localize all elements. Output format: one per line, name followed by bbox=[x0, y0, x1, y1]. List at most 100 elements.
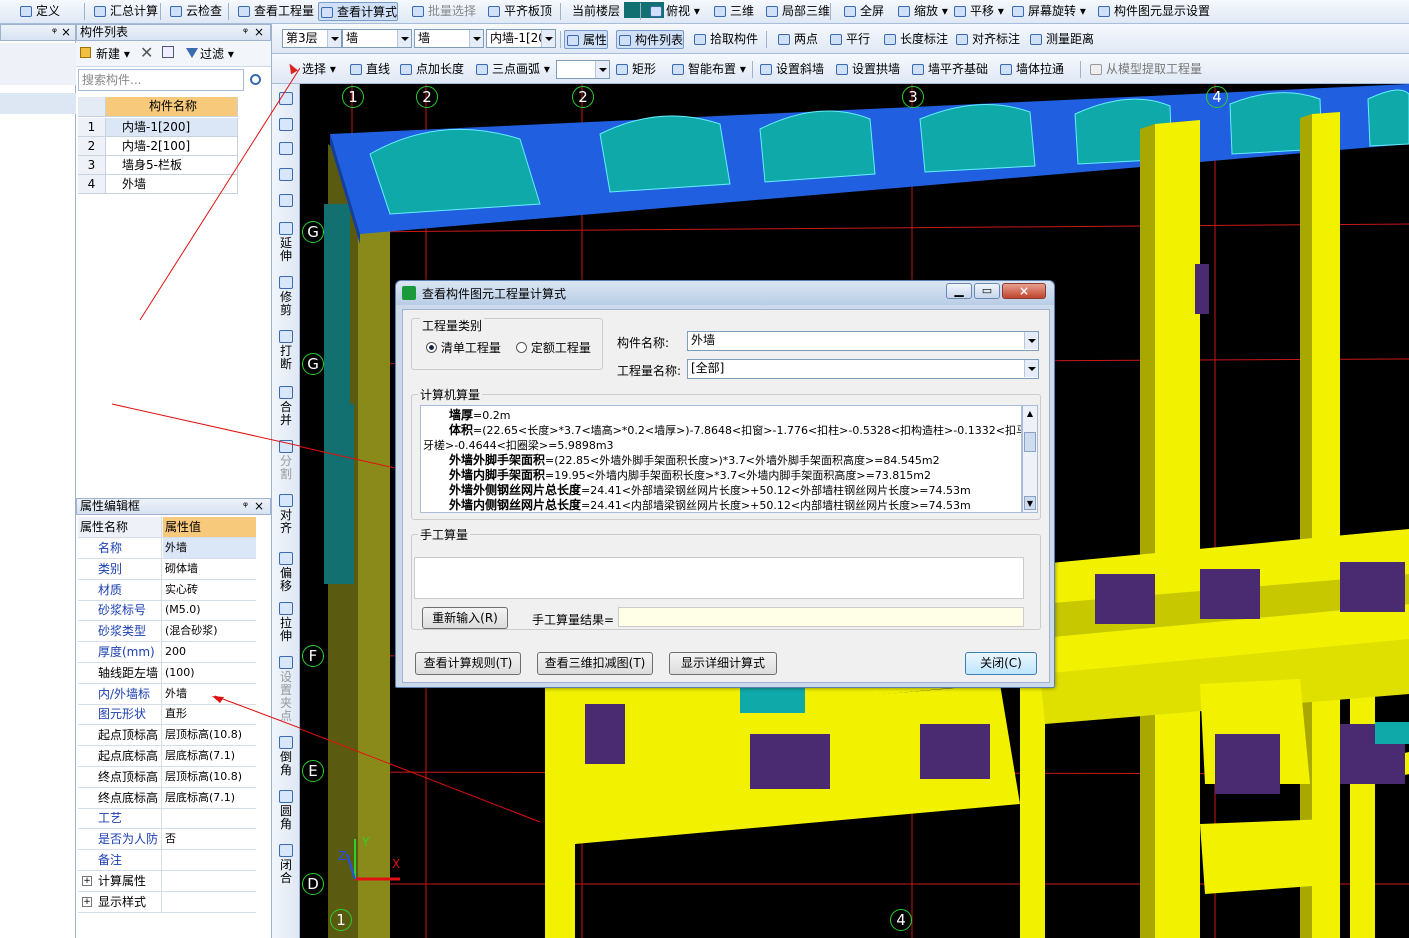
pin-icon[interactable]: ᵠ bbox=[243, 499, 248, 514]
batch-select-button[interactable]: 批量选择 bbox=[410, 2, 476, 21]
component-name-cell[interactable]: 外墙 bbox=[106, 175, 238, 194]
fullscreen-button[interactable]: 全屏 bbox=[842, 2, 884, 21]
property-value[interactable]: 外墙 bbox=[163, 684, 256, 704]
scroll-thumb[interactable] bbox=[1024, 432, 1036, 452]
expand-icon[interactable]: + bbox=[82, 896, 92, 907]
show-detail-button[interactable]: 显示详细计算式 bbox=[669, 652, 777, 675]
align-slab-top-button[interactable]: 平齐板顶 bbox=[486, 2, 552, 21]
component-name-cell[interactable]: 内墙-1[200] bbox=[106, 118, 238, 137]
vtool-5-button[interactable]: 对齐 bbox=[275, 494, 297, 535]
property-value[interactable]: 实心砖 bbox=[163, 580, 256, 600]
cloud-check-button[interactable]: 云检查 bbox=[168, 2, 222, 21]
property-row[interactable]: 砂浆类型 (混合砂浆) bbox=[78, 621, 256, 643]
arch-wall-button[interactable]: 设置拱墙 bbox=[834, 60, 900, 79]
search-icon[interactable] bbox=[250, 74, 261, 85]
property-value[interactable] bbox=[163, 892, 256, 912]
close-icon[interactable]: × bbox=[1002, 283, 1046, 299]
extract-quantity-button[interactable]: 从模型提取工程量 bbox=[1088, 60, 1202, 79]
vtool-11-button[interactable]: 闭合 bbox=[275, 844, 297, 885]
property-value[interactable]: 层底标高(7.1) bbox=[163, 788, 256, 808]
component-name-cell[interactable]: 墙身5-栏板 bbox=[106, 156, 238, 175]
property-value[interactable]: 层底标高(7.1) bbox=[163, 746, 256, 766]
property-row[interactable]: 终点顶标高 层顶标高(10.8) bbox=[78, 766, 256, 788]
parallel-button[interactable]: 平行 bbox=[828, 30, 870, 49]
property-row[interactable]: 起点顶标高 层顶标高(10.8) bbox=[78, 725, 256, 747]
summary-calc-button[interactable]: 汇总计算 bbox=[92, 2, 158, 21]
property-row[interactable]: 厚度(mm) 200 bbox=[78, 642, 256, 663]
smart-layout-button[interactable]: 智能布置 ▾ bbox=[670, 60, 746, 79]
property-row[interactable]: 终点底标高 层底标高(7.1) bbox=[78, 787, 256, 809]
property-value[interactable]: 层顶标高(10.8) bbox=[163, 767, 256, 787]
close-icon[interactable]: × bbox=[254, 25, 264, 40]
define-button[interactable]: 定义 bbox=[18, 2, 60, 21]
view-rules-button[interactable]: 查看计算规则(T) bbox=[415, 652, 521, 675]
measure-distance-button[interactable]: 测量距离 bbox=[1028, 30, 1094, 49]
formula-scrollbar[interactable]: ▲ ▼ bbox=[1022, 405, 1038, 513]
component-name-cell[interactable]: 内墙-2[100] bbox=[106, 137, 238, 156]
slope-wall-button[interactable]: 设置斜墙 bbox=[758, 60, 824, 79]
type2-select[interactable]: 墙 bbox=[414, 29, 484, 48]
scroll-down-icon[interactable]: ▼ bbox=[1024, 496, 1036, 510]
property-value[interactable]: 否 bbox=[163, 829, 256, 849]
property-value[interactable]: 外墙 bbox=[163, 538, 256, 558]
top-view-button[interactable]: 俯视 ▾ bbox=[648, 2, 700, 21]
manual-calc-input[interactable] bbox=[414, 557, 1024, 599]
align-dimension-button[interactable]: 对齐标注 bbox=[954, 30, 1020, 49]
three-point-arc-button[interactable]: 三点画弧 ▾ bbox=[474, 60, 550, 79]
brush-tool-icon[interactable] bbox=[275, 92, 297, 107]
display-settings-button[interactable]: 构件图元显示设置 bbox=[1096, 2, 1210, 21]
two-point-button[interactable]: 两点 bbox=[776, 30, 818, 49]
property-row[interactable]: 砂浆标号 (M5.0) bbox=[78, 600, 256, 622]
view-quantity-button[interactable]: 查看工程量 bbox=[236, 2, 314, 21]
close-icon[interactable]: × bbox=[254, 499, 264, 514]
screen-rotate-button[interactable]: 屏幕旋转 ▾ bbox=[1010, 2, 1086, 21]
view-formula-button[interactable]: 查看计算式 bbox=[318, 2, 399, 21]
property-row[interactable]: 工艺 bbox=[78, 808, 256, 830]
property-value[interactable]: 直形 bbox=[163, 704, 256, 724]
component-list-button[interactable]: 构件列表 bbox=[616, 30, 685, 49]
pick-component-button[interactable]: 拾取构件 bbox=[692, 30, 758, 49]
vtool-1-button[interactable]: 修剪 bbox=[275, 276, 297, 317]
vtool-4-button[interactable]: 分割 bbox=[275, 440, 297, 481]
quantity-name-select[interactable]: [全部] bbox=[687, 359, 1039, 379]
component-name-select[interactable]: 外墙 bbox=[687, 331, 1039, 351]
local-3d-button[interactable]: 局部三维 bbox=[764, 2, 830, 21]
property-row[interactable]: 计算属性 + bbox=[78, 870, 256, 892]
rotate-tool-icon[interactable] bbox=[275, 194, 297, 209]
search-input[interactable]: 搜索构件... bbox=[78, 69, 244, 91]
property-value[interactable]: 层顶标高(10.8) bbox=[163, 725, 256, 745]
rectangle-button[interactable]: 矩形 bbox=[614, 60, 656, 79]
radio-list-qty[interactable]: 清单工程量 bbox=[426, 339, 501, 356]
expand-icon[interactable]: + bbox=[82, 875, 92, 886]
vtool-8-button[interactable]: 设置夹点 bbox=[275, 656, 297, 723]
property-value[interactable]: (100) bbox=[163, 663, 256, 683]
property-row[interactable]: 材质 实心砖 bbox=[78, 579, 256, 601]
property-row[interactable]: 是否为人防否 bbox=[78, 829, 256, 851]
point-length-button[interactable]: 点加长度 bbox=[398, 60, 464, 79]
offset-copy-tool-icon[interactable] bbox=[275, 118, 297, 133]
reinput-button[interactable]: 重新输入(R) bbox=[422, 607, 508, 629]
property-value[interactable]: 200 bbox=[163, 642, 256, 662]
zoom-button[interactable]: 缩放 ▾ bbox=[896, 2, 948, 21]
property-value[interactable]: (混合砂浆) bbox=[163, 621, 256, 641]
property-value[interactable] bbox=[163, 808, 256, 828]
property-value[interactable] bbox=[163, 850, 256, 870]
property-value[interactable] bbox=[163, 871, 256, 891]
property-row[interactable]: 显示样式 + bbox=[78, 891, 256, 913]
line-button[interactable]: 直线 bbox=[348, 60, 390, 79]
property-value[interactable]: (M5.0) bbox=[163, 600, 256, 620]
vtool-10-button[interactable]: 圆角 bbox=[275, 790, 297, 831]
property-row[interactable]: 轴线距左墙 (100) bbox=[78, 662, 256, 684]
property-row[interactable]: 起点底标高 层底标高(7.1) bbox=[78, 746, 256, 767]
close-button[interactable]: 关闭(C) bbox=[965, 652, 1037, 675]
mirror-tool-icon[interactable] bbox=[275, 142, 297, 157]
move-tool-icon[interactable] bbox=[275, 168, 297, 183]
vtool-9-button[interactable]: 倒角 bbox=[275, 736, 297, 777]
property-row[interactable]: 图元形状 直形 bbox=[78, 704, 256, 726]
new-button[interactable]: 新建 ▾ bbox=[80, 45, 130, 62]
type1-select[interactable]: 墙 bbox=[342, 29, 412, 48]
view-3d-deduct-button[interactable]: 查看三维扣减图(T) bbox=[537, 652, 653, 675]
scroll-up-icon[interactable]: ▲ bbox=[1024, 407, 1036, 421]
copy-icon[interactable] bbox=[162, 46, 174, 58]
filter-button[interactable]: 过滤 ▾ bbox=[186, 45, 234, 62]
